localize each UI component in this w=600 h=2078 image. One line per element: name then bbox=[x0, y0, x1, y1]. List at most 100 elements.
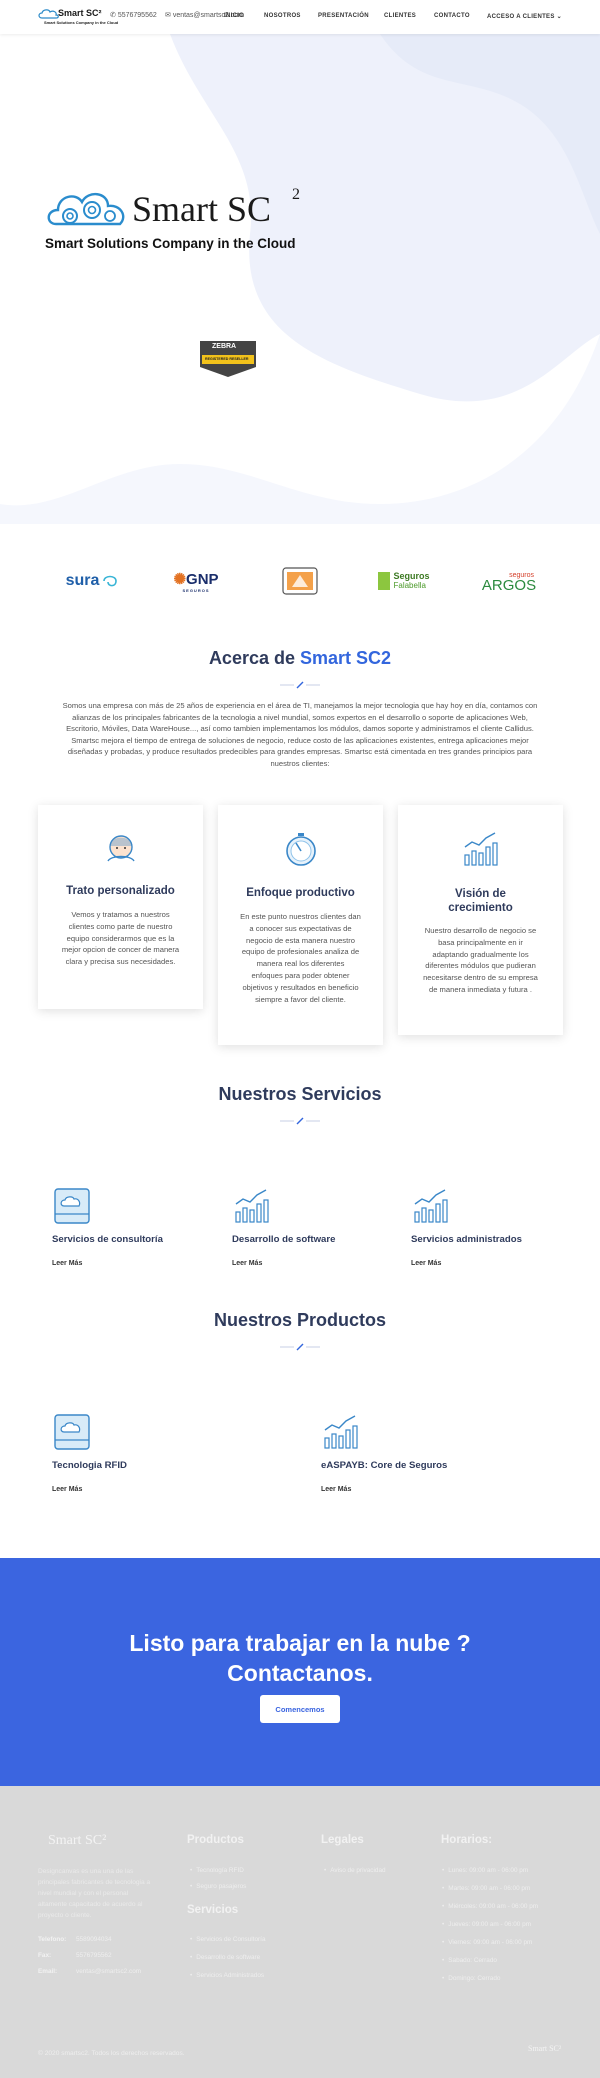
footer-hours-item: Martes: 09:00 am - 06:00 pm bbox=[442, 1885, 530, 1892]
client-gnp-text: ✺GNP bbox=[173, 570, 219, 588]
nav-nosotros[interactable]: NOSOTROS bbox=[264, 13, 301, 19]
footer-hours-title: Horarios: bbox=[441, 1834, 493, 1846]
client-orange-emblem-icon bbox=[282, 567, 318, 595]
card-title: Visión de crecimiento bbox=[448, 888, 513, 914]
card-title: Trato personalizado bbox=[66, 885, 175, 897]
service-title: Servicios de consultoría bbox=[52, 1234, 163, 1245]
cta-title: Listo para trabajar en la nube ? Contact… bbox=[0, 1628, 600, 1688]
product-read-more-link[interactable]: Leer Más bbox=[321, 1486, 351, 1493]
growth-chart-icon bbox=[414, 1189, 448, 1223]
zebra-badge-brand: ZEBRA bbox=[212, 343, 237, 350]
cloud-swirl-logo-icon bbox=[47, 193, 125, 226]
service-item: Desarrollo de software Leer Más bbox=[232, 1186, 392, 1276]
top-header: Smart SC² Smart Solutions Company in the… bbox=[0, 0, 600, 34]
client-falabella-sub: Falabella bbox=[393, 581, 426, 590]
gnp-star-icon: ✺ bbox=[173, 570, 187, 588]
footer-contact-label: Fax: bbox=[38, 1952, 52, 1959]
nav-clientes[interactable]: CLIENTES bbox=[384, 13, 416, 19]
page: Smart SC² Smart Solutions Company in the… bbox=[0, 0, 600, 2078]
footer-fax[interactable]: 5576795562 bbox=[76, 1952, 112, 1959]
zebra-badge-text: REGISTERED RESELLER bbox=[205, 357, 249, 361]
card-title: Enfoque productivo bbox=[246, 887, 355, 899]
footer: Smart SC² Designcanvas es una una de las… bbox=[0, 1786, 600, 2078]
growth-chart-icon bbox=[324, 1415, 358, 1449]
client-sura-text: sura bbox=[65, 572, 100, 589]
mail-icon: ✉ bbox=[165, 12, 173, 19]
cloud-drive-icon bbox=[54, 1414, 90, 1450]
hero-brand-superscript: 2 bbox=[292, 186, 300, 203]
footer-contact-label: Email: bbox=[38, 1968, 58, 1975]
footer-hours-item: Miércoles: 09:00 am - 06:00 pm bbox=[442, 1903, 538, 1910]
nav-acceso-clientes[interactable]: ACCESO A CLIENTES ⌄ bbox=[487, 13, 562, 20]
growth-chart-icon bbox=[463, 832, 498, 866]
client-falabella-text: Seguros bbox=[393, 571, 430, 581]
cta-start-button[interactable]: Comencemos bbox=[260, 1695, 340, 1723]
services-title: Nuestros Servicios bbox=[218, 1084, 382, 1104]
client-argos-text: ARGOS bbox=[481, 577, 537, 594]
footer-hours-item: Lunes: 09:00 am - 06:00 pm bbox=[442, 1867, 528, 1874]
products-divider-icon bbox=[280, 1343, 320, 1351]
cta-title-line2: Contactanos. bbox=[227, 1660, 373, 1686]
hero-wave-background bbox=[0, 34, 600, 524]
client-gnp-sub: SEGUROS bbox=[182, 587, 210, 593]
client-logo-orange bbox=[282, 567, 318, 595]
footer-hours-item: Viernes: 09:00 am - 06:00 pm bbox=[442, 1939, 532, 1946]
zebra-reseller-badge: ZEBRA REGISTERED RESELLER bbox=[196, 335, 260, 379]
cta-title-line1: Listo para trabajar en la nube ? bbox=[129, 1630, 471, 1656]
footer-link[interactable]: Servicios de Consultoría bbox=[190, 1936, 265, 1943]
service-item: Servicios de consultoría Leer Más bbox=[52, 1186, 212, 1276]
service-read-more-link[interactable]: Leer Más bbox=[52, 1260, 82, 1267]
hero-tagline: Smart Solutions Company in the Cloud bbox=[45, 236, 296, 251]
footer-link[interactable]: Servicios Administrados bbox=[190, 1972, 264, 1979]
footer-link[interactable]: Tecnología RFID bbox=[190, 1867, 244, 1874]
hero-logo: Smart SC 2 Smart Solutions Company in th… bbox=[44, 186, 314, 256]
client-logo-gnp: ✺GNP SEGUROS bbox=[164, 568, 228, 594]
cloud-drive-icon bbox=[54, 1188, 90, 1224]
service-item: Servicios administrados Leer Más bbox=[411, 1186, 571, 1276]
footer-bottom-logo[interactable]: Smart SC² bbox=[528, 2044, 561, 2053]
card-text: En este punto nuestros clientes dan a co… bbox=[240, 912, 361, 1004]
about-title: Acerca de Smart SC2 bbox=[208, 648, 392, 668]
product-item: Tecnologia RFID Leer Más bbox=[52, 1412, 252, 1502]
footer-products-title: Productos bbox=[187, 1834, 244, 1846]
services-divider-icon bbox=[280, 1117, 320, 1125]
principle-card: Enfoque productivo En este punto nuestro… bbox=[218, 805, 383, 1045]
sura-swirl-icon bbox=[103, 575, 118, 587]
hero-brand-name: Smart SC bbox=[132, 189, 272, 229]
footer-email[interactable]: ventas@smartsc2.com bbox=[76, 1968, 141, 1975]
chevron-down-icon: ⌄ bbox=[556, 14, 562, 20]
about-text: Somos una empresa con más de 25 años de … bbox=[62, 701, 538, 768]
footer-logo[interactable]: Smart SC² bbox=[48, 1833, 106, 1849]
service-read-more-link[interactable]: Leer Más bbox=[232, 1260, 262, 1267]
cloud-logo-icon bbox=[38, 9, 59, 19]
product-read-more-link[interactable]: Leer Más bbox=[52, 1486, 82, 1493]
footer-legal-title: Legales bbox=[321, 1834, 364, 1846]
principle-card: Trato personalizado Vemos y tratamos a n… bbox=[38, 805, 203, 1009]
footer-privacy-link[interactable]: Aviso de privacidad bbox=[324, 1867, 385, 1874]
footer-about-text: Designcanvas es una una de las principal… bbox=[38, 1868, 151, 1919]
footer-services-title: Servicios bbox=[187, 1904, 239, 1916]
nav-inicio[interactable]: INICIO bbox=[224, 13, 244, 19]
footer-phone[interactable]: 5589094034 bbox=[76, 1936, 112, 1943]
header-logo[interactable]: Smart SC² Smart Solutions Company in the… bbox=[38, 8, 118, 28]
header-phone[interactable]: ✆ 5576795562 bbox=[110, 11, 157, 19]
principle-card: Visión de crecimiento Nuestro desarrollo… bbox=[398, 805, 563, 1035]
product-item: eASPAYB: Core de Seguros Leer Más bbox=[321, 1412, 521, 1502]
growth-chart-icon bbox=[235, 1189, 269, 1223]
support-agent-icon bbox=[106, 835, 135, 862]
nav-contacto[interactable]: CONTACTO bbox=[434, 13, 470, 19]
stopwatch-icon bbox=[285, 833, 316, 866]
footer-copyright: © 2020 smartsc2. Todos los derechos rese… bbox=[38, 2050, 185, 2057]
nav-presentacion[interactable]: PRESENTACIÓN bbox=[318, 13, 369, 19]
footer-hours-item: Jueves: 09:00 am - 06:00 pm bbox=[442, 1921, 531, 1928]
client-logo-falabella: Seguros Falabella bbox=[374, 568, 434, 594]
footer-hours-item: Sabado: Cerrado bbox=[442, 1957, 497, 1964]
footer-hours-item: Domingo: Cerrado bbox=[442, 1975, 500, 1982]
header-logo-text: Smart SC² bbox=[58, 8, 102, 18]
service-read-more-link[interactable]: Leer Más bbox=[411, 1260, 441, 1267]
phone-icon: ✆ bbox=[110, 12, 118, 19]
about-divider-icon bbox=[280, 681, 320, 689]
footer-link[interactable]: Desarrollo de software bbox=[190, 1954, 260, 1961]
footer-link[interactable]: Seguro pasajeros bbox=[190, 1883, 246, 1890]
service-title: Servicios administrados bbox=[411, 1234, 522, 1245]
